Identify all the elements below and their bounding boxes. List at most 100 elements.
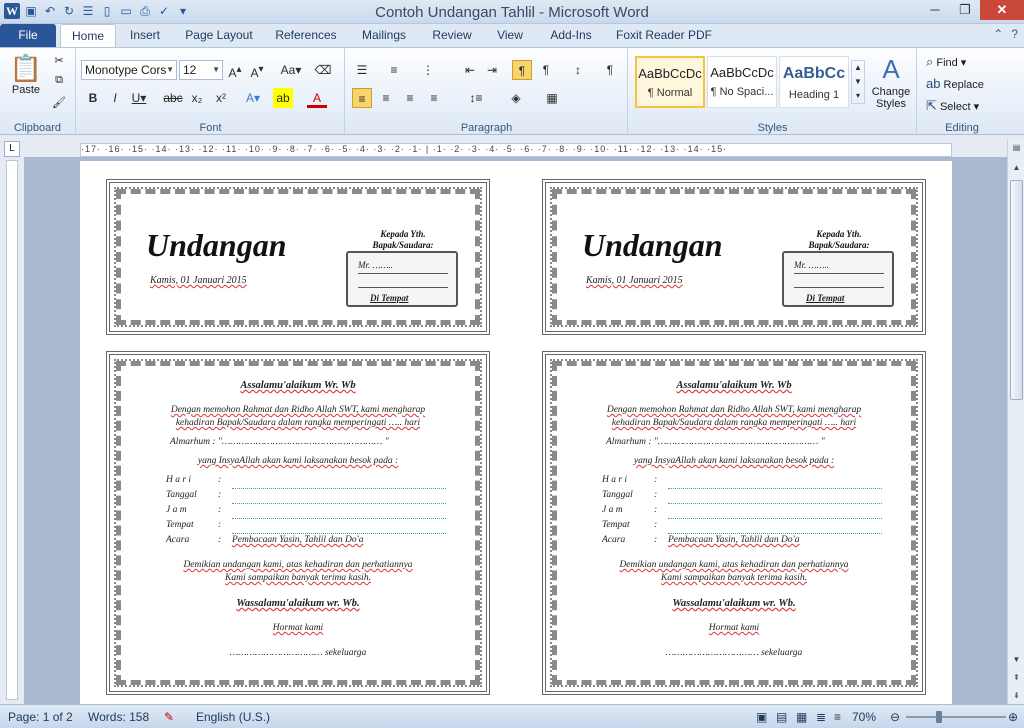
customize-qat-icon[interactable]: ▾ <box>175 3 191 19</box>
word-count[interactable]: Words: 158 <box>88 710 149 724</box>
print-layout-icon[interactable]: ▣ <box>756 710 767 724</box>
print-preview-icon[interactable]: ⎙ <box>137 3 153 19</box>
change-case-button[interactable]: Aa▾ <box>277 60 305 80</box>
clear-formatting-button[interactable]: ⌫ <box>313 60 333 80</box>
help-icon[interactable]: ? <box>1011 27 1018 41</box>
copy-icon[interactable]: ⧉ <box>50 74 68 87</box>
italic-button[interactable]: I <box>105 88 125 108</box>
numbering-icon[interactable]: ≡ <box>384 60 404 80</box>
tab-mailings[interactable]: Mailings <box>352 24 416 47</box>
scroll-up-arrow[interactable]: ▲ <box>1008 160 1024 176</box>
styles-gallery-scroll[interactable]: ▲ ▼ ▾ <box>851 60 865 104</box>
justify-icon[interactable]: ≡ <box>424 88 444 108</box>
web-layout-icon[interactable]: ▦ <box>796 710 807 724</box>
zoom-in-icon[interactable]: ⊕ <box>1008 710 1018 724</box>
new-doc-icon[interactable]: ▯ <box>99 3 115 19</box>
undo-icon[interactable]: ↶ <box>42 3 58 19</box>
align-center-icon[interactable]: ≡ <box>376 88 396 108</box>
tab-selector[interactable]: L <box>4 141 20 157</box>
previous-page-icon[interactable]: ⇞ <box>1008 670 1024 686</box>
recipient-name: Mr. …….. <box>794 260 830 270</box>
zoom-level[interactable]: 70% <box>852 710 876 724</box>
maximize-button[interactable]: ❐ <box>950 0 980 20</box>
scroll-thumb[interactable] <box>1010 180 1023 400</box>
borders-icon[interactable]: ▦ <box>542 88 562 108</box>
outline-icon[interactable]: ≣ <box>816 710 826 724</box>
font-size-combo[interactable]: 12 ▼ <box>179 60 223 80</box>
salam-text: Assalamu'alaikum Wr. Wb <box>240 380 356 391</box>
tab-references[interactable]: References <box>270 24 342 47</box>
decrease-indent-icon[interactable]: ⇤ <box>460 60 480 80</box>
bapak-text: Bapak/Saudara: <box>808 240 870 250</box>
style-heading-1[interactable]: AaBbCc Heading 1 <box>779 56 849 108</box>
show-marks-icon[interactable]: ¶ <box>600 60 620 80</box>
font-name-value: Monotype Cors <box>85 63 167 77</box>
minimize-button[interactable]: ─ <box>920 0 950 20</box>
subscript-button[interactable]: x₂ <box>187 88 207 108</box>
word-logo-icon[interactable]: W <box>4 3 20 19</box>
tab-page-layout[interactable]: Page Layout <box>178 24 260 47</box>
style-normal[interactable]: AaBbCcDc ¶ Normal <box>635 56 705 108</box>
sort-icon[interactable]: ↕ <box>568 60 588 80</box>
tab-foxit-reader-pdf[interactable]: Foxit Reader PDF <box>612 24 716 47</box>
redo-icon[interactable]: ↻ <box>61 3 77 19</box>
cut-icon[interactable]: ✂ <box>50 54 68 67</box>
replace-button[interactable]: ab Replace <box>926 76 984 92</box>
style-no-spacing[interactable]: AaBbCcDc ¶ No Spaci... <box>707 56 777 108</box>
minimize-ribbon-icon[interactable]: ⌃ <box>993 27 1003 41</box>
full-screen-reading-icon[interactable]: ▤ <box>776 710 787 724</box>
tab-add-ins[interactable]: Add-Ins <box>542 24 600 47</box>
find-label: Find <box>936 57 958 69</box>
paste-button[interactable]: 📋 Paste <box>6 52 46 96</box>
change-styles-button[interactable]: A Change Styles <box>867 52 915 110</box>
format-painter-icon[interactable]: 🖌 <box>50 96 68 109</box>
tab-file[interactable]: File <box>0 24 56 47</box>
zoom-out-icon[interactable]: ⊖ <box>890 710 900 724</box>
font-color-button[interactable]: A <box>307 88 327 108</box>
vertical-ruler[interactable] <box>6 160 18 700</box>
invitation-header-left: Undangan Kamis, 01 Januari 2015 Kepada Y… <box>106 179 490 335</box>
close-button[interactable]: ✕ <box>980 0 1024 20</box>
language[interactable]: English (U.S.) <box>196 710 270 724</box>
scroll-down-arrow[interactable]: ▼ <box>1008 652 1024 668</box>
find-button[interactable]: ⌕ Find ▾ <box>926 54 966 70</box>
superscript-button[interactable]: x² <box>211 88 231 108</box>
bullets-icon[interactable]: ☰ <box>352 60 372 80</box>
zoom-slider[interactable] <box>906 716 1006 718</box>
save-icon[interactable]: ▣ <box>23 3 39 19</box>
highlight-button[interactable]: ab <box>273 88 293 108</box>
tab-review[interactable]: Review <box>424 24 480 47</box>
increase-indent-icon[interactable]: ⇥ <box>482 60 502 80</box>
select-button[interactable]: ⇱ Select ▾ <box>926 98 979 114</box>
proofing-icon[interactable]: ✎ <box>164 710 174 724</box>
view-ruler-icon[interactable]: ▤ <box>1008 140 1024 156</box>
next-page-icon[interactable]: ⇟ <box>1008 688 1024 704</box>
line-spacing-icon[interactable]: ↕≡ <box>466 88 486 108</box>
shading-icon[interactable]: ◈ <box>506 88 526 108</box>
page-count[interactable]: Page: 1 of 2 <box>8 710 73 724</box>
font-name-combo[interactable]: Monotype Cors ▼ <box>81 60 177 80</box>
strikethrough-button[interactable]: abc <box>163 88 183 108</box>
bold-button[interactable]: B <box>83 88 103 108</box>
format-icon[interactable]: ☰ <box>80 3 96 19</box>
align-left-icon[interactable]: ≡ <box>352 88 372 108</box>
multilevel-list-icon[interactable]: ⋮ <box>418 60 438 80</box>
invitation-title: Undangan <box>146 227 287 263</box>
shrink-font-button[interactable]: A▾ <box>247 60 267 80</box>
tab-insert[interactable]: Insert <box>122 24 168 47</box>
zoom-slider-knob[interactable] <box>936 711 942 723</box>
draft-icon[interactable]: ≡ <box>834 710 841 724</box>
underline-button[interactable]: U▾ <box>129 88 149 108</box>
spelling-icon[interactable]: ✓ <box>156 3 172 19</box>
ltr-icon[interactable]: ¶ <box>512 60 532 80</box>
grow-font-button[interactable]: A▴ <box>225 60 245 80</box>
document-area[interactable]: Undangan Kamis, 01 Januari 2015 Kepada Y… <box>24 157 1007 704</box>
open-icon[interactable]: ▭ <box>118 3 134 19</box>
horizontal-ruler[interactable]: ·17· ·16· ·15· ·14· ·13· ·12· ·11· ·10· … <box>80 143 952 157</box>
align-right-icon[interactable]: ≡ <box>400 88 420 108</box>
tab-view[interactable]: View <box>488 24 532 47</box>
rtl-icon[interactable]: ¶ <box>536 60 556 80</box>
text-effects-button[interactable]: A▾ <box>243 88 263 108</box>
vertical-scrollbar[interactable]: ▤ ▲ ▼ ⇞ ⇟ <box>1007 140 1024 704</box>
tab-home[interactable]: Home <box>60 24 116 47</box>
